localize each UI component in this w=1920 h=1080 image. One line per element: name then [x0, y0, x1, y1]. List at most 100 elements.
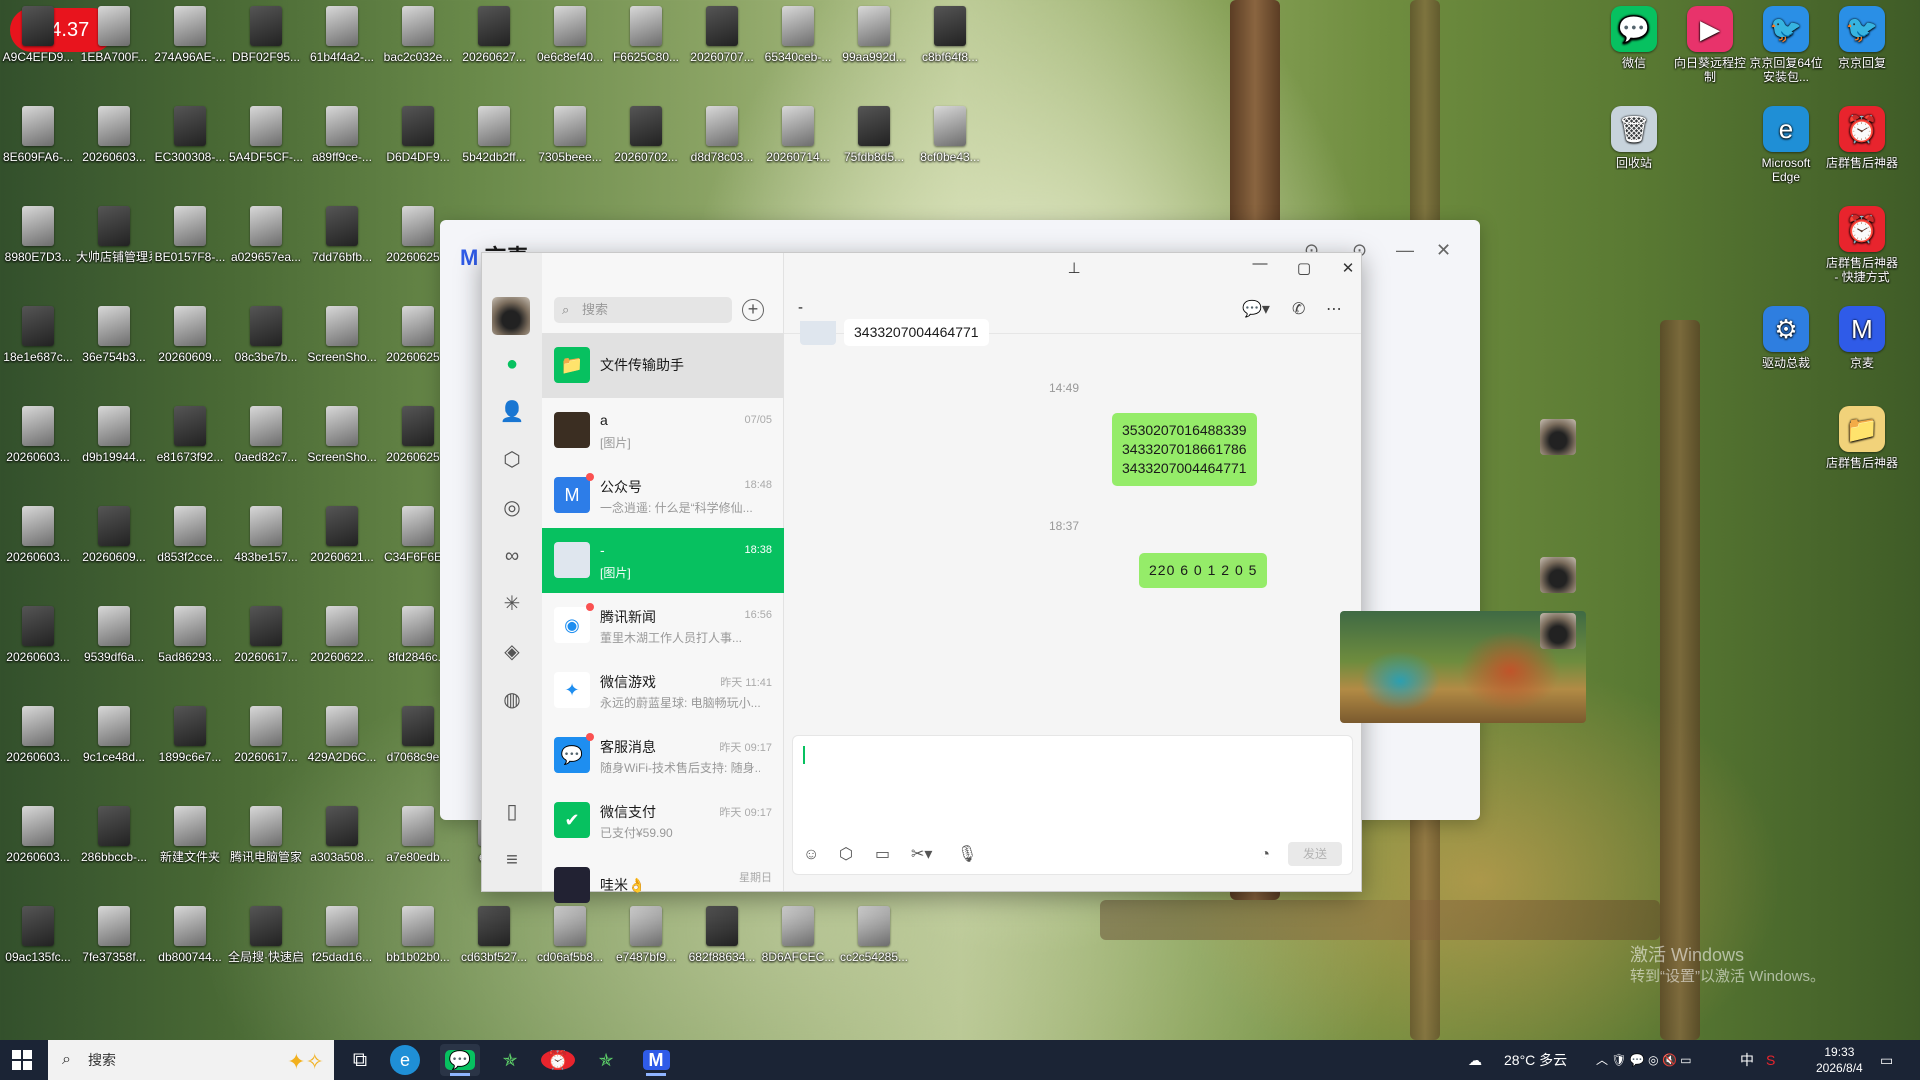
desktop-icon[interactable]: 20260603... — [0, 800, 76, 864]
desktop-icon[interactable]: f25dad16... — [304, 900, 380, 964]
add-button[interactable]: + — [742, 299, 764, 321]
chat-icon[interactable]: ● — [499, 351, 525, 377]
miniprogram-icon[interactable]: ◈ — [499, 639, 525, 665]
desktop-icon[interactable]: 99aa992d... — [836, 0, 912, 64]
desktop-icon[interactable]: 9c1ce48d... — [76, 700, 152, 764]
task-view-icon[interactable]: ⧉ — [340, 1044, 380, 1076]
scissors-icon[interactable]: ✂▾ — [911, 844, 932, 864]
desktop-app-icon[interactable]: M 京麦 — [1824, 300, 1900, 370]
desktop-icon[interactable]: 36e754b3... — [76, 300, 152, 364]
desktop-icon[interactable]: a303a508... — [304, 800, 380, 864]
message-bubble[interactable]: 3530207016488339 3433207018661786 343320… — [1112, 413, 1257, 486]
desktop-icon[interactable]: 429A2D6C... — [304, 700, 380, 764]
tray-expand-icon[interactable]: ︿ 🛡 💬 ◎ 🔇 ▭ — [1596, 1040, 1692, 1080]
folder-icon[interactable]: ▭ — [875, 844, 890, 864]
desktop-icon[interactable]: 20260617... — [228, 600, 304, 664]
desktop-icon[interactable]: cc2c54285... — [836, 900, 912, 964]
desktop-icon[interactable]: 20260617... — [228, 700, 304, 764]
desktop-icon[interactable]: A9C4EFD9... — [0, 0, 76, 64]
desktop-icon[interactable]: 7fe37358f... — [76, 900, 152, 964]
desktop-icon[interactable]: d9b19944... — [76, 400, 152, 464]
miniprogram2-icon[interactable]: ◍ — [499, 687, 525, 713]
desktop-icon[interactable]: 20260707... — [684, 0, 760, 64]
desktop-icon[interactable]: 20260702... — [608, 100, 684, 164]
desktop-icon[interactable]: a89ff9ce-... — [304, 100, 380, 164]
desktop-icon[interactable]: 61b4f4a2-... — [304, 0, 380, 64]
moments-icon[interactable]: ◎ — [499, 495, 525, 521]
desktop-icon[interactable]: 08c3be7b... — [228, 300, 304, 364]
desktop-app-icon[interactable]: e Microsoft Edge — [1748, 100, 1824, 184]
chat-list-item[interactable]: 哇米👌 星期日 — [542, 853, 784, 918]
desktop-icon[interactable]: D6D4DF9... — [380, 100, 456, 164]
weather-text[interactable]: 28°C 多云 — [1504, 1040, 1567, 1080]
avatar[interactable] — [492, 297, 530, 335]
desktop-icon[interactable]: db800744... — [152, 900, 228, 964]
desktop-app-icon[interactable]: ▶ 向日葵远程控制 — [1672, 0, 1748, 84]
close-icon[interactable]: ✕ — [1436, 240, 1451, 261]
wechat-taskbar-icon[interactable]: 💬 — [440, 1044, 480, 1076]
desktop-icon[interactable]: 483be157... — [228, 500, 304, 564]
jingmai-taskbar-icon[interactable]: M — [636, 1044, 676, 1076]
desktop-icon[interactable]: bb1b02b0... — [380, 900, 456, 964]
message-input[interactable]: ☺ ⬡ ▭ ✂▾ 🎙 ◔ 发送 — [792, 735, 1353, 875]
desktop-app-icon[interactable]: 🐦 京京回复 — [1824, 0, 1900, 70]
send-button[interactable]: 发送 — [1288, 842, 1342, 866]
desktop-icon[interactable]: cd63bf527... — [456, 900, 532, 964]
desktop-icon[interactable]: d853f2cce... — [152, 500, 228, 564]
desktop-icon[interactable]: 75fdb8d5... — [836, 100, 912, 164]
notification-icon[interactable]: ▭ — [1880, 1040, 1893, 1080]
chat-list-item[interactable]: 💬 客服消息 随身WiFi-技术售后支持: 随身... 昨天 09:17 — [542, 723, 784, 788]
call-icon[interactable]: ✆ — [1292, 299, 1305, 319]
desktop-icon[interactable]: 5b42db2ff... — [456, 100, 532, 164]
desktop-icon[interactable]: ScreenSho... — [304, 400, 380, 464]
desktop-icon[interactable]: c8bf64f8... — [912, 0, 988, 64]
desktop-icon[interactable]: 7305beee... — [532, 100, 608, 164]
desktop-icon[interactable]: a029657ea... — [228, 200, 304, 264]
chat-list-item[interactable]: ◉ 腾讯新闻 董里木湖工作人员打人事... 16:56 — [542, 593, 784, 658]
weather-icon[interactable]: ☁ — [1468, 1040, 1482, 1080]
microphone-icon[interactable]: 🎙 — [957, 844, 977, 864]
channels-icon[interactable]: ∞ — [499, 543, 525, 569]
desktop-icon[interactable]: 20260603... — [0, 400, 76, 464]
favorites-icon[interactable]: ⬡ — [499, 447, 525, 473]
chat-list-item[interactable]: M 公众号 一念逍遥: 什么是“科学修仙... 18:48 — [542, 463, 784, 528]
desktop-app-icon[interactable]: 🗑 回收站 — [1596, 100, 1672, 170]
desktop-icon[interactable]: 0e6c8ef40... — [532, 0, 608, 64]
desktop-icon[interactable]: 09ac135fc... — [0, 900, 76, 964]
desktop-icon[interactable]: 腾讯电脑管家 — [228, 800, 304, 864]
store-manager2-icon[interactable]: ✯ — [586, 1044, 626, 1076]
chat-list-item[interactable]: ✔ 微信支付 已支付¥59.90 昨天 09:17 — [542, 788, 784, 853]
desktop-icon[interactable]: 20260714... — [760, 100, 836, 164]
desktop-icon[interactable]: 5A4DF5CF-... — [228, 100, 304, 164]
desktop-icon[interactable]: 20260627... — [456, 0, 532, 64]
desktop-icon[interactable]: 20260621... — [304, 500, 380, 564]
ime-indicator[interactable]: 中 — [1740, 1040, 1754, 1080]
clock[interactable]: 19:33 2026/8/4 — [1816, 1044, 1863, 1080]
desktop-icon[interactable]: 18e1e687c... — [0, 300, 76, 364]
minimize-icon[interactable]: — — [1396, 240, 1414, 261]
chat-list-item[interactable]: - [图片] 18:38 — [542, 528, 784, 593]
desktop-app-icon[interactable]: ⏰ 店群售后神器 — [1824, 100, 1900, 170]
desktop-icon[interactable]: 8cf0be43... — [912, 100, 988, 164]
message-bubble[interactable]: 220 6 0 1 2 0 5 — [1139, 553, 1268, 588]
desktop-app-icon[interactable]: 🐦 京京回复64位安装包... — [1748, 0, 1824, 84]
desktop-icon[interactable]: BE0157F8-... — [152, 200, 228, 264]
start-button[interactable] — [12, 1050, 32, 1070]
desktop-icon[interactable]: 新建文件夹 — [152, 800, 228, 864]
desktop-icon[interactable]: EC300308-... — [152, 100, 228, 164]
desktop-icon[interactable]: bac2c032e... — [380, 0, 456, 64]
desktop-app-icon[interactable]: ⏰ 店群售后神器 - 快捷方式 — [1824, 200, 1900, 284]
desktop-icon[interactable]: 65340ceb-... — [760, 0, 836, 64]
desktop-icon[interactable]: F6625C80... — [608, 0, 684, 64]
desktop-icon[interactable]: 9539df6a... — [76, 600, 152, 664]
more-icon[interactable]: ⋯ — [1326, 299, 1342, 319]
desktop-icon[interactable]: 8980E7D3... — [0, 200, 76, 264]
desktop-icon[interactable]: 0aed82c7... — [228, 400, 304, 464]
menu-icon[interactable]: ≡ — [499, 847, 525, 873]
desktop-icon[interactable]: 20260603... — [76, 100, 152, 164]
desktop-icon[interactable]: 20260603... — [0, 500, 76, 564]
chat-list-item[interactable]: ✦ 微信游戏 永远的蔚蓝星球: 电脑畅玩小... 昨天 11:41 — [542, 658, 784, 723]
desktop-icon[interactable]: 20260603... — [0, 600, 76, 664]
desktop-icon[interactable]: 20260622... — [304, 600, 380, 664]
desktop-icon[interactable]: 286bbccb-... — [76, 800, 152, 864]
